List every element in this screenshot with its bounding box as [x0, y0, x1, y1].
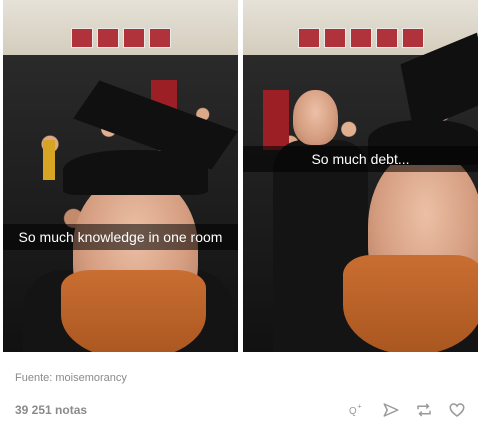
- like-icon: [449, 403, 465, 417]
- graduation-scene-image: [3, 0, 238, 352]
- photo-panel-left: So much knowledge in one room: [3, 0, 238, 352]
- like-button[interactable]: [447, 400, 467, 420]
- share-icon: [383, 403, 399, 417]
- svg-text:+: +: [357, 402, 362, 411]
- subject-beard: [343, 255, 478, 352]
- reblog-icon: [417, 403, 431, 417]
- notes-count[interactable]: 39 251 notas: [15, 403, 87, 417]
- reblog-button[interactable]: [414, 400, 434, 420]
- reply-button[interactable]: Q +: [348, 400, 368, 420]
- source-link[interactable]: moisemorancy: [55, 372, 127, 384]
- post-source: Fuente: moisemorancy: [15, 372, 127, 384]
- subject-beard: [61, 270, 206, 352]
- tumblr-post: So much knowledge in one room So much de…: [0, 0, 481, 429]
- source-label: Fuente:: [15, 372, 53, 384]
- photo-panel-right: So much debt...: [243, 0, 478, 352]
- post-actions: Q +: [348, 400, 467, 420]
- snap-caption-left: So much knowledge in one room: [3, 224, 238, 250]
- snap-caption-right: So much debt...: [243, 146, 478, 172]
- reply-icon: Q +: [349, 402, 362, 417]
- svg-text:Q: Q: [349, 406, 357, 417]
- share-button[interactable]: [381, 400, 401, 420]
- graduation-scene-image: [243, 0, 478, 352]
